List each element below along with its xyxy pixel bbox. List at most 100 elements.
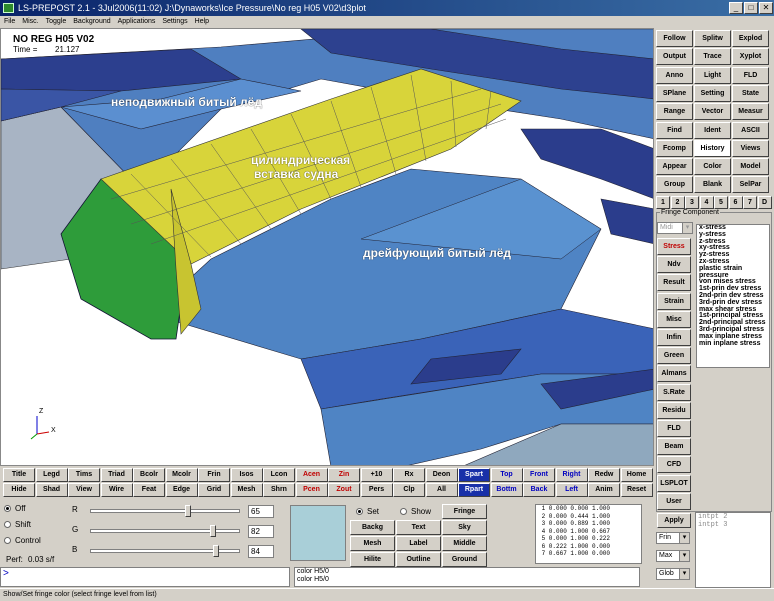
tool-frin-button[interactable]: Frin (198, 468, 230, 482)
tool-back-button[interactable]: Back (523, 483, 555, 497)
value-field-b[interactable]: 84 (248, 545, 274, 558)
setting-button[interactable]: Setting (694, 84, 731, 102)
tool-front-button[interactable]: Front (523, 468, 555, 482)
tool-clp-button[interactable]: Clp (393, 483, 425, 497)
slider-knob-b[interactable] (213, 545, 219, 557)
fringe-list-item[interactable]: min inplane stress (699, 340, 769, 348)
mode-control-radio[interactable]: Control (4, 536, 41, 545)
frin-select[interactable]: Frin (656, 532, 690, 544)
slider-track-r[interactable] (90, 509, 240, 513)
apply-button[interactable]: Apply (657, 513, 691, 528)
color-mesh-button[interactable]: Mesh (350, 536, 395, 551)
explod-button[interactable]: Explod (732, 30, 769, 47)
tool-zout-button[interactable]: Zout (328, 483, 360, 497)
slider-knob-r[interactable] (184, 505, 191, 517)
intpt-item[interactable]: intpt 3 (698, 521, 770, 529)
menu-file[interactable]: File (4, 16, 15, 28)
intpt-item[interactable]: intpt 2 (698, 513, 770, 521)
tool-10-button[interactable]: +10 (360, 468, 393, 482)
blank-button[interactable]: Blank (694, 176, 731, 194)
graphics-viewport[interactable]: NO REG H05 V02 Time = 21.127 неподвижный… (0, 28, 654, 466)
fringe-misc-button[interactable]: Misc (657, 310, 691, 328)
fringe-lsplot-button[interactable]: LSPLOT (657, 474, 691, 492)
color-level-table[interactable]: 1 0.000 0.000 1.000 2 0.000 0.444 1.000 … (535, 504, 642, 564)
fcomp-button[interactable]: Fcomp (656, 139, 693, 157)
splitw-button[interactable]: Splitw (694, 30, 731, 47)
page-tab-1[interactable]: 1 (656, 196, 670, 209)
color-sky-button[interactable]: Sky (442, 520, 487, 535)
tool-rx-button[interactable]: Rx (393, 468, 425, 482)
page-tab-d[interactable]: D (757, 196, 772, 209)
tool-reset-button[interactable]: Reset (620, 483, 653, 497)
tool-left-button[interactable]: Left (555, 483, 588, 497)
color-level-row[interactable]: 6 0.222 1.000 0.000 (538, 543, 641, 551)
page-tab-3[interactable]: 3 (685, 196, 699, 209)
color-label-button[interactable]: Label (396, 536, 441, 551)
color-hilite-button[interactable]: Hilite (350, 552, 395, 567)
tool-lcon-button[interactable]: Lcon (263, 468, 295, 482)
tool-redw-button[interactable]: Redw (588, 468, 620, 482)
output-button[interactable]: Output (656, 48, 693, 66)
vector-button[interactable]: Vector (694, 103, 731, 121)
fringe-cfd-button[interactable]: CFD (657, 456, 691, 474)
color-level-row[interactable]: 1 0.000 0.000 1.000 (538, 505, 641, 513)
menu-help[interactable]: Help (195, 16, 209, 28)
ascii-button[interactable]: ASCII (732, 121, 769, 139)
menu-settings[interactable]: Settings (162, 16, 187, 28)
tool-hide-button[interactable]: Hide (3, 483, 35, 497)
tool-tims-button[interactable]: Tims (68, 468, 100, 482)
tool-mesh-button[interactable]: Mesh (230, 483, 263, 497)
tool-right-button[interactable]: Right (555, 468, 588, 482)
tool-shad-button[interactable]: Shad (35, 483, 68, 497)
color-fringe-button[interactable]: Fringe (442, 504, 487, 519)
mode-shift-radio[interactable]: Shift (4, 520, 31, 529)
splane-button[interactable]: SPlane (656, 84, 693, 102)
page-tab-2[interactable]: 2 (670, 196, 685, 209)
fld-button[interactable]: FLD (732, 66, 769, 84)
tool-top-button[interactable]: Top (490, 468, 523, 482)
value-field-r[interactable]: 65 (248, 505, 274, 518)
tool-pers-button[interactable]: Pers (360, 483, 393, 497)
tool-spart-button[interactable]: Spart (458, 468, 490, 482)
intpt-list[interactable]: intpt 2 intpt 3 (695, 512, 771, 588)
fringe-user-button[interactable]: User (657, 492, 691, 510)
trace-button[interactable]: Trace (694, 48, 731, 66)
fringe-result-button[interactable]: Result (657, 274, 691, 292)
color-ground-button[interactable]: Ground (442, 552, 487, 567)
fringe-strain-button[interactable]: Strain (657, 292, 691, 310)
menu-misc[interactable]: Misc. (22, 16, 38, 28)
menu-background[interactable]: Background (73, 16, 110, 28)
tool-feat-button[interactable]: Feat (133, 483, 165, 497)
menu-applications[interactable]: Applications (118, 16, 156, 28)
tool-mcolr-button[interactable]: Mcolr (165, 468, 198, 482)
ident-button[interactable]: Ident (694, 121, 731, 139)
fringe-residu-button[interactable]: Residu (657, 401, 691, 419)
fringe-ndv-button[interactable]: Ndv (657, 256, 691, 274)
fringe-almans-button[interactable]: Almans (657, 365, 691, 383)
color-text-button[interactable]: Text (396, 520, 441, 535)
set-radio[interactable]: Set (356, 507, 379, 516)
mode-off-radio[interactable]: Off (4, 504, 26, 513)
close-button[interactable]: ✕ (759, 2, 773, 14)
tool-home-button[interactable]: Home (620, 468, 653, 482)
maximize-button[interactable]: □ (744, 2, 758, 14)
selpar-button[interactable]: SelPar (732, 176, 769, 194)
fringe-infin-button[interactable]: Infin (657, 329, 691, 346)
tool-bcolr-button[interactable]: Bcolr (133, 468, 165, 482)
page-tab-4[interactable]: 4 (699, 196, 714, 209)
fringe-green-button[interactable]: Green (657, 347, 691, 365)
command-input[interactable]: > (0, 567, 290, 587)
tool-pcen-button[interactable]: Pcen (295, 483, 328, 497)
tool-isos-button[interactable]: Isos (230, 468, 263, 482)
max-select[interactable]: Max (656, 550, 690, 562)
color-level-row[interactable]: 4 0.000 1.000 0.667 (538, 528, 641, 536)
color-outline-button[interactable]: Outline (396, 552, 441, 567)
tool-grid-button[interactable]: Grid (198, 483, 230, 497)
minimize-button[interactable]: _ (729, 2, 743, 14)
light-button[interactable]: Light (694, 66, 731, 84)
model-button[interactable]: Model (732, 158, 769, 176)
tool-view-button[interactable]: View (68, 483, 100, 497)
measur-button[interactable]: Measur (732, 103, 769, 121)
tool-edge-button[interactable]: Edge (165, 483, 198, 497)
fringe-stress-button[interactable]: Stress (657, 238, 691, 255)
